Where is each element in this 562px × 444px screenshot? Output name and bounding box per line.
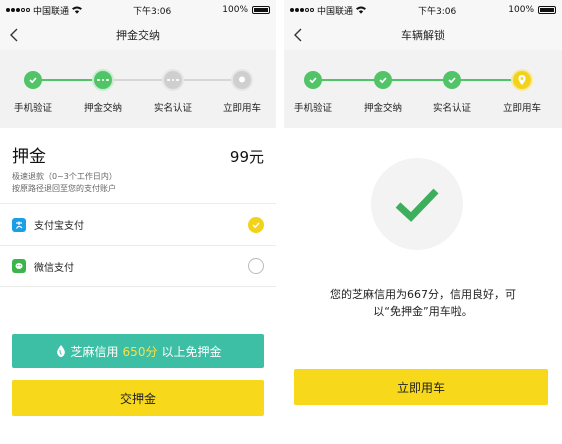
step-label: 押金交纳 xyxy=(363,103,402,114)
radio-unchecked-icon[interactable] xyxy=(248,258,264,274)
time-label: 下午3:06 xyxy=(418,6,457,17)
unlock-screen: 中国联通 下午3:06 100% 车辆解锁 手机验证 押金交纳 实名认证 立即用… xyxy=(284,0,562,444)
deposit-section: 押金 99元 极速退款（0~3个工作日内） 按原路径退回至您的支付账户 xyxy=(0,128,276,195)
credit-message: 您的芝麻信用为667分，信用良好，可 以“免押金”用车啦。 xyxy=(294,286,552,320)
divider xyxy=(276,0,284,444)
wechat-icon xyxy=(12,259,26,273)
deposit-screen: 中国联通 下午3:06 100% 押金交纳 手机验证 押金交纳 实名认证 立即用… xyxy=(0,0,276,444)
check-icon xyxy=(448,77,456,84)
step-label: 手机验证 xyxy=(293,103,332,114)
progress-steps: 手机验证 押金交纳 实名认证 立即用车 xyxy=(284,50,562,128)
pay-option-alipay[interactable]: 支付宝支付 xyxy=(0,203,276,245)
battery-label: 100% xyxy=(508,5,534,15)
back-chevron-icon[interactable] xyxy=(8,27,22,43)
status-bar: 中国联通 下午3:06 100% xyxy=(0,0,276,20)
deposit-note: 极速退款（0~3个工作日内） xyxy=(12,172,117,181)
page-title: 押金交纳 xyxy=(116,29,160,42)
step-label: 立即用车 xyxy=(222,103,261,114)
radio-checked-icon[interactable] xyxy=(248,216,264,233)
drop-icon xyxy=(56,345,65,357)
ellipsis-icon xyxy=(167,78,179,82)
pin-icon xyxy=(239,76,245,83)
step-label: 立即用车 xyxy=(502,103,541,114)
pay-deposit-button[interactable]: 交押金 xyxy=(12,380,264,416)
step-label: 手机验证 xyxy=(13,103,52,114)
zhima-credit-button[interactable]: 芝麻信用 650分 以上免押金 xyxy=(12,334,264,368)
zhima-suffix: 以上免押金 xyxy=(161,344,222,359)
pay-option-wechat[interactable]: 微信支付 xyxy=(0,245,276,287)
wifi-icon xyxy=(72,6,83,14)
check-icon xyxy=(379,77,387,84)
step-dot-phone xyxy=(304,71,322,89)
progress-line-done xyxy=(33,79,103,81)
credit-message-line: 以“免押金”用车啦。 xyxy=(373,305,473,318)
check-icon xyxy=(29,77,37,84)
deposit-title: 押金 xyxy=(12,147,46,167)
status-bar: 中国联通 下午3:06 100% xyxy=(284,0,562,20)
step-label: 实名认证 xyxy=(153,103,192,114)
step-label: 实名认证 xyxy=(432,103,471,114)
deposit-amount: 99元 xyxy=(229,148,264,166)
signal-icon xyxy=(290,8,314,12)
battery-icon xyxy=(538,6,556,14)
signal-icon xyxy=(6,8,30,12)
check-icon xyxy=(309,77,317,84)
step-label: 押金交纳 xyxy=(83,103,122,114)
step-dot-verify xyxy=(443,71,461,89)
progress-line-done xyxy=(313,79,521,81)
carrier-label: 中国联通 xyxy=(33,6,70,17)
use-bike-button[interactable]: 立即用车 xyxy=(294,369,548,405)
step-dot-verify xyxy=(164,71,182,89)
time-label: 下午3:06 xyxy=(133,6,172,17)
success-check-icon xyxy=(395,188,439,222)
page-title: 车辆解锁 xyxy=(401,29,445,42)
zhima-score: 650分 xyxy=(122,344,158,359)
step-dot-ride xyxy=(233,71,251,89)
pay-option-label: 微信支付 xyxy=(34,262,74,274)
step-dot-deposit xyxy=(94,71,112,89)
carrier-label: 中国联通 xyxy=(317,6,354,17)
payment-options: 支付宝支付 微信支付 xyxy=(0,203,276,287)
deposit-note: 按原路径退回至您的支付账户 xyxy=(12,184,116,193)
nav-bar: 车辆解锁 xyxy=(284,20,562,50)
battery-icon xyxy=(252,6,270,14)
nav-bar: 押金交纳 xyxy=(0,20,276,50)
step-dot-deposit xyxy=(374,71,392,89)
progress-steps: 手机验证 押金交纳 实名认证 立即用车 xyxy=(0,50,276,128)
zhima-prefix: 芝麻信用 xyxy=(70,344,119,359)
ellipsis-icon xyxy=(97,78,109,82)
step-dot-ride xyxy=(513,71,531,89)
pay-option-label: 支付宝支付 xyxy=(34,221,84,232)
alipay-icon xyxy=(12,217,26,232)
wifi-icon xyxy=(356,6,367,14)
location-pin-icon xyxy=(518,75,526,85)
step-dot-phone xyxy=(24,71,42,89)
back-chevron-icon[interactable] xyxy=(292,27,306,43)
credit-message-line: 您的芝麻信用为667分，信用良好，可 xyxy=(330,288,516,301)
battery-label: 100% xyxy=(222,5,248,15)
success-badge xyxy=(371,158,463,250)
